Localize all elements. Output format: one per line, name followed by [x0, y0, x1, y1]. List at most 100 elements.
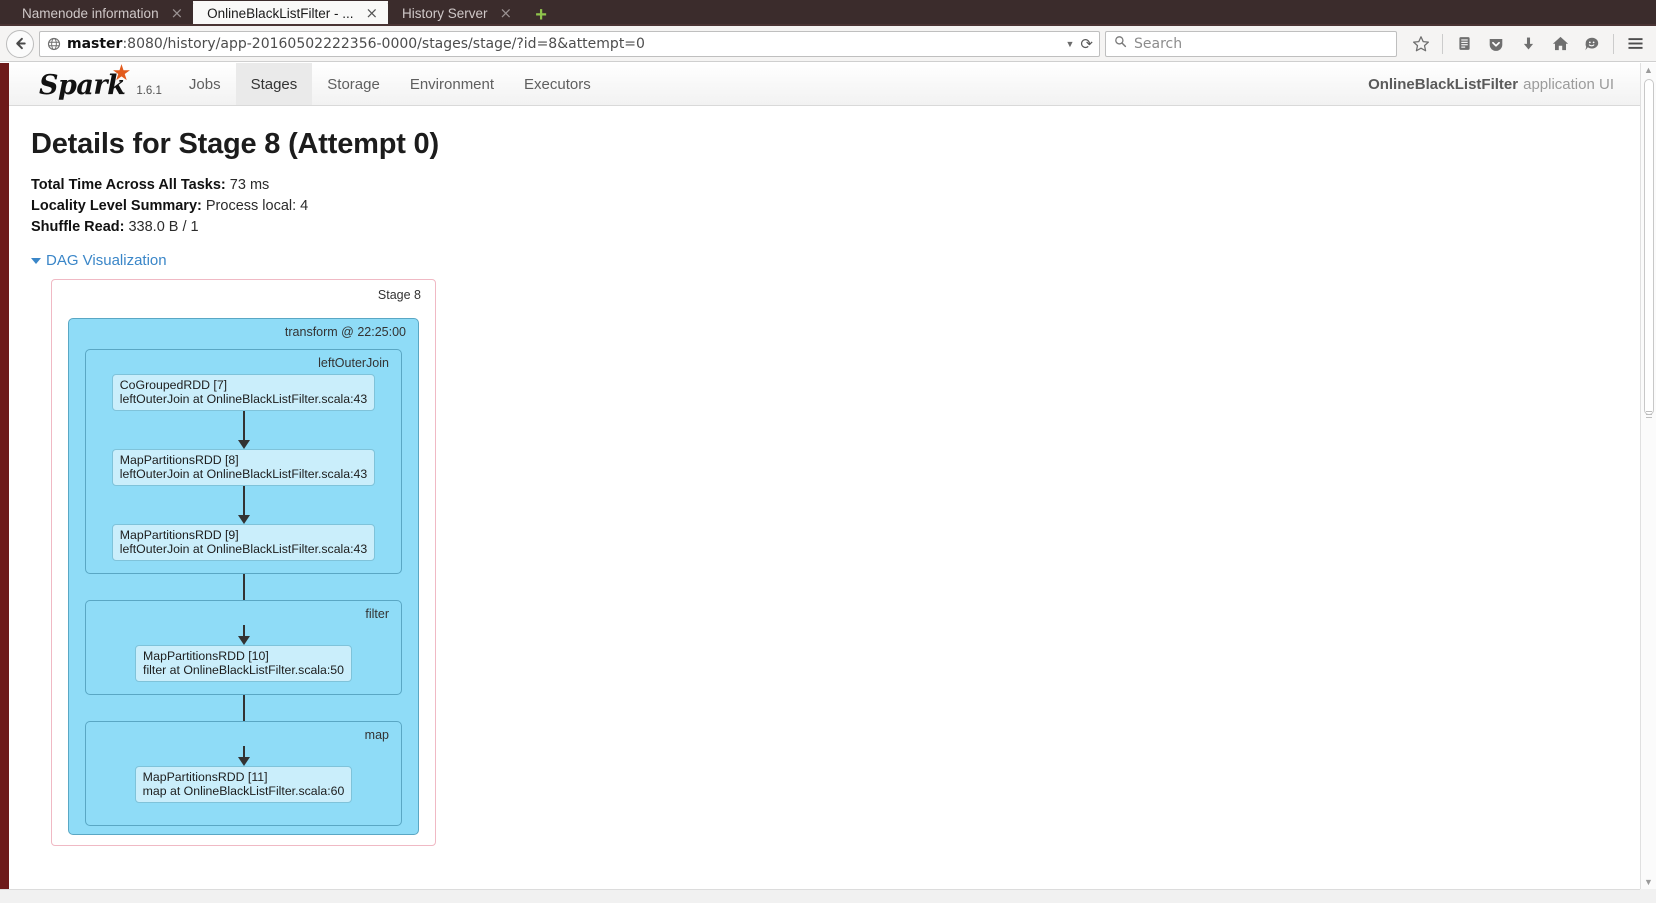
- summary-label: Total Time Across All Tasks:: [31, 177, 226, 193]
- arrow-head-icon: [237, 515, 250, 524]
- rdd-node-mappartitionsrdd-10[interactable]: MapPartitionsRDD [10] filter at OnlineBl…: [135, 645, 352, 682]
- stage-cluster-label: Stage 8: [377, 288, 421, 302]
- rdd-node-row: MapPartitionsRDD [9] leftOuterJoin at On…: [92, 524, 395, 561]
- home-icon[interactable]: [1545, 30, 1575, 58]
- bookmark-star-icon[interactable]: [1406, 30, 1436, 58]
- tab-title: Namenode information: [22, 6, 159, 21]
- app-title: OnlineBlackListFilter application UI: [1368, 63, 1640, 105]
- reading-list-icon[interactable]: [1449, 30, 1479, 58]
- dag-visualization-panel: Stage 8 transform @ 22:25:00 leftOuterJo…: [51, 279, 436, 846]
- tab-title: OnlineBlackListFilter - ...: [207, 6, 354, 21]
- spark-nav-items: Jobs Stages Storage Environment Executor…: [174, 63, 606, 105]
- summary-value: 73 ms: [229, 177, 270, 193]
- close-icon[interactable]: ×: [500, 6, 513, 21]
- page-viewport: Spark ★ 1.6.1 Jobs Stages Storage Enviro…: [0, 63, 1656, 903]
- chevron-down-icon[interactable]: ▼: [1066, 39, 1075, 49]
- pocket-icon[interactable]: [1481, 30, 1511, 58]
- browser-window: Namenode information × OnlineBlackListFi…: [0, 0, 1656, 903]
- page-content: Details for Stage 8 (Attempt 0) Total Ti…: [9, 106, 1640, 846]
- cluster-map-label: map: [364, 728, 389, 742]
- nav-item-environment[interactable]: Environment: [395, 63, 509, 105]
- cluster-transform: transform @ 22:25:00 leftOuterJoin CoGro…: [68, 318, 419, 835]
- dag-edge: [92, 625, 395, 645]
- nav-item-storage[interactable]: Storage: [312, 63, 395, 105]
- rdd-node-name: MapPartitionsRDD [9]: [119, 528, 239, 542]
- navigation-toolbar: master:8080/history/app-20160502222356-0…: [0, 26, 1656, 62]
- search-bar[interactable]: Search: [1105, 30, 1397, 57]
- new-tab-button[interactable]: +: [528, 4, 554, 26]
- nav-item-jobs[interactable]: Jobs: [174, 63, 236, 105]
- summary-label: Shuffle Read:: [31, 219, 125, 235]
- scroll-down-icon[interactable]: ▼: [1641, 875, 1656, 889]
- spark-wordmark: Spark ★: [39, 63, 131, 105]
- page-title: Details for Stage 8 (Attempt 0): [31, 128, 439, 160]
- scrollbar-corner: [1640, 889, 1656, 903]
- arrow-head-icon: [237, 757, 250, 766]
- edge-line: [242, 411, 245, 440]
- spark-navbar: Spark ★ 1.6.1 Jobs Stages Storage Enviro…: [9, 63, 1640, 106]
- hamburger-menu-icon[interactable]: [1620, 30, 1650, 58]
- rdd-node-row: MapPartitionsRDD [8] leftOuterJoin at On…: [92, 449, 395, 486]
- browser-tab-2[interactable]: History Server ×: [388, 1, 522, 26]
- rdd-node-row: MapPartitionsRDD [10] filter at OnlineBl…: [92, 645, 395, 682]
- edge-line: [242, 625, 245, 636]
- cluster-transform-label: transform @ 22:25:00: [284, 325, 406, 339]
- close-icon[interactable]: ×: [171, 6, 184, 21]
- rdd-node-mappartitionsrdd-8[interactable]: MapPartitionsRDD [8] leftOuterJoin at On…: [111, 449, 376, 486]
- toolbar-icons: [1402, 30, 1650, 58]
- search-input[interactable]: Search: [1134, 36, 1182, 52]
- dag-edge-gap: [75, 574, 412, 600]
- summary-locality: Locality Level Summary: Process local: 4: [31, 196, 1640, 216]
- url-host: master: [67, 35, 123, 52]
- reload-icon[interactable]: ⟳: [1080, 35, 1095, 53]
- spark-logo[interactable]: Spark ★ 1.6.1: [9, 63, 174, 105]
- dag-visualization-toggle[interactable]: DAG Visualization: [31, 252, 167, 269]
- dag-edge: [92, 486, 395, 524]
- toolbar-divider: [1613, 33, 1614, 54]
- spark-version: 1.6.1: [136, 85, 162, 97]
- caret-down-icon: [31, 257, 41, 264]
- rdd-node-callsite: map at OnlineBlackListFilter.scala:60: [142, 784, 345, 798]
- scrollbar-thumb[interactable]: [1644, 79, 1654, 415]
- globe-icon: [47, 37, 61, 51]
- close-icon[interactable]: ×: [365, 6, 378, 21]
- rdd-node-callsite: leftOuterJoin at OnlineBlackListFilter.s…: [119, 467, 368, 481]
- dag-edge-gap: [75, 695, 412, 721]
- cluster-filter: filter MapPartitionsRDD [10] filter at O…: [85, 600, 402, 695]
- search-icon: [1114, 35, 1127, 53]
- summary-total-time: Total Time Across All Tasks: 73 ms: [31, 175, 1640, 195]
- url-text[interactable]: master:8080/history/app-20160502222356-0…: [67, 36, 1060, 52]
- cluster-leftouterjoin-label: leftOuterJoin: [318, 356, 389, 370]
- rdd-node-callsite: leftOuterJoin at OnlineBlackListFilter.s…: [119, 392, 368, 406]
- edge-line: [242, 695, 245, 721]
- nav-item-executors[interactable]: Executors: [509, 63, 606, 105]
- browser-tab-0[interactable]: Namenode information ×: [8, 1, 193, 26]
- browser-tab-1[interactable]: OnlineBlackListFilter - ... ×: [193, 1, 389, 26]
- rdd-node-mappartitionsrdd-11[interactable]: MapPartitionsRDD [11] map at OnlineBlack…: [134, 766, 353, 803]
- scrollbar-grip: [1646, 411, 1652, 418]
- rdd-node-mappartitionsrdd-9[interactable]: MapPartitionsRDD [9] leftOuterJoin at On…: [111, 524, 376, 561]
- url-path: :8080/history/app-20160502222356-0000/st…: [122, 35, 645, 52]
- address-bar[interactable]: master:8080/history/app-20160502222356-0…: [39, 30, 1100, 57]
- arrow-head-icon: [237, 440, 250, 449]
- nav-item-stages[interactable]: Stages: [235, 63, 313, 105]
- hello-chat-icon[interactable]: [1577, 30, 1607, 58]
- spark-star-icon: ★: [111, 63, 132, 85]
- dag-edge: [92, 746, 395, 766]
- rdd-node-name: MapPartitionsRDD [10]: [143, 649, 269, 663]
- dag-toggle-label: DAG Visualization: [46, 252, 167, 269]
- back-arrow-icon[interactable]: [6, 29, 34, 58]
- rdd-node-row: CoGroupedRDD [7] leftOuterJoin at Online…: [92, 374, 395, 411]
- spark-page: Spark ★ 1.6.1 Jobs Stages Storage Enviro…: [0, 63, 1640, 903]
- scroll-up-icon[interactable]: ▲: [1641, 63, 1656, 77]
- app-title-suffix: application UI: [1523, 75, 1614, 93]
- cluster-map: map MapPartitionsRDD [11] map at OnlineB…: [85, 721, 402, 826]
- app-name: OnlineBlackListFilter: [1368, 75, 1519, 93]
- rdd-node-cogroupedrdd-7[interactable]: CoGroupedRDD [7] leftOuterJoin at Online…: [111, 374, 376, 411]
- rdd-node-name: CoGroupedRDD [7]: [119, 378, 228, 392]
- horizontal-scrollbar[interactable]: [0, 889, 1640, 903]
- downloads-icon[interactable]: [1513, 30, 1543, 58]
- summary-shuffle-read: Shuffle Read: 338.0 B / 1: [31, 217, 1640, 237]
- rdd-node-callsite: leftOuterJoin at OnlineBlackListFilter.s…: [119, 542, 368, 556]
- vertical-scrollbar[interactable]: ▲ ▼: [1640, 63, 1656, 889]
